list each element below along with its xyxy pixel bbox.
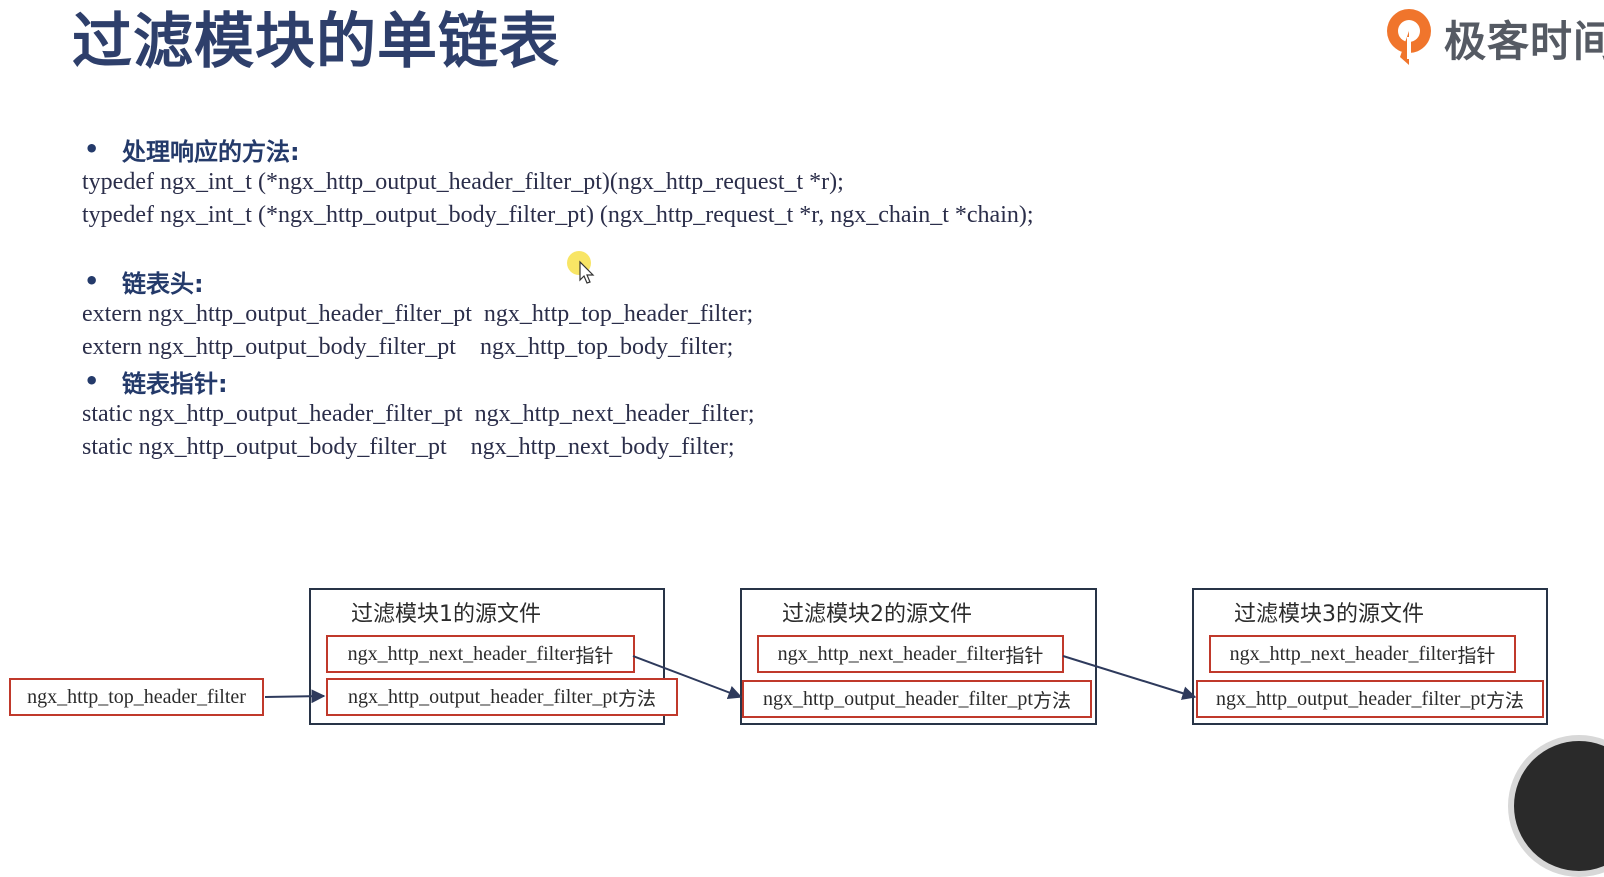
code-line: extern ngx_http_output_header_filter_pt … [82, 301, 754, 327]
logo-text: 极客时间 [1444, 16, 1604, 66]
module-3-next-pointer: ngx_http_next_header_filter 指针 [1209, 635, 1516, 673]
code-line: static ngx_http_output_header_filter_pt … [82, 401, 755, 427]
logo: 极客时间 [1384, 6, 1604, 70]
list-head-box: ngx_http_top_header_filter [9, 678, 264, 716]
module-1-title: 过滤模块1的源文件 [351, 602, 541, 627]
section-heading-list-pointer: • 链表指针: [84, 367, 228, 398]
module-2-next-pointer: ngx_http_next_header_filter 指针 [757, 635, 1064, 673]
code-line: static ngx_http_output_body_filter_pt ng… [82, 434, 735, 460]
camera-overlay [1508, 735, 1604, 877]
module-1-method: ngx_http_output_header_filter_pt 方法 [326, 678, 678, 716]
content-body: • 处理响应的方法: typedef ngx_int_t (*ngx_http_o… [82, 132, 1382, 464]
module-3-title: 过滤模块3的源文件 [1234, 602, 1424, 627]
page-title: 过滤模块的单链表 [72, 7, 560, 77]
module-1-next-pointer: ngx_http_next_header_filter 指针 [326, 635, 635, 673]
geekbang-logo-icon [1384, 7, 1438, 69]
code-line: typedef ngx_int_t (*ngx_http_output_head… [82, 169, 844, 195]
module-2-method: ngx_http_output_header_filter_pt 方法 [742, 680, 1092, 718]
code-line: typedef ngx_int_t (*ngx_http_output_body… [82, 202, 1034, 228]
mouse-cursor-icon [566, 248, 596, 284]
section-heading-list-head: • 链表头: [84, 267, 204, 298]
code-line: extern ngx_http_output_body_filter_pt ng… [82, 334, 734, 360]
module-2-title: 过滤模块2的源文件 [782, 602, 972, 627]
section-heading-methods: • 处理响应的方法: [84, 135, 300, 166]
module-3-method: ngx_http_output_header_filter_pt 方法 [1196, 680, 1544, 718]
